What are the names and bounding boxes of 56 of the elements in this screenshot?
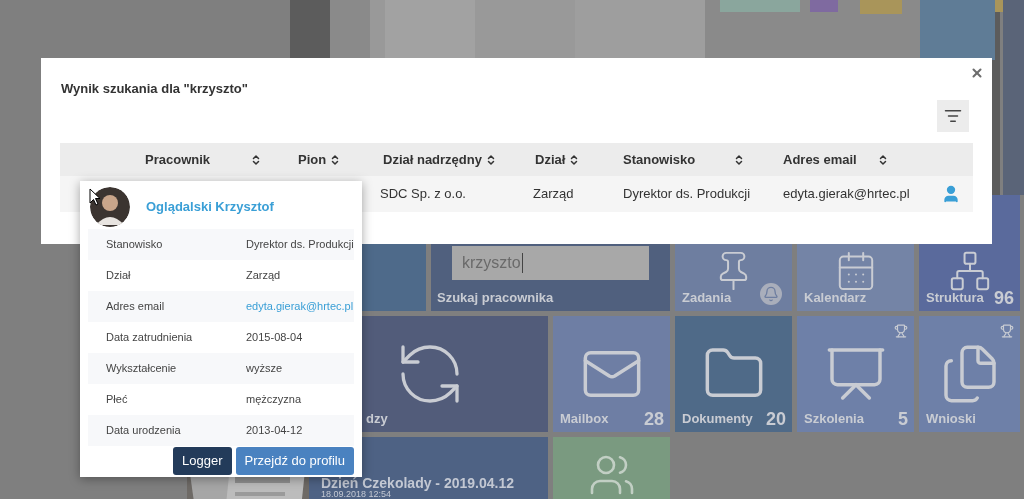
- logger-button[interactable]: Logger: [173, 447, 232, 475]
- detail-value: Zarząd: [246, 268, 282, 284]
- dashboard-tile[interactable]: [553, 437, 670, 499]
- close-button[interactable]: [970, 66, 984, 80]
- dashboard-tile[interactable]: Mailbox 28: [553, 316, 670, 432]
- detail-label: Dział: [106, 268, 132, 284]
- column-header[interactable]: Pracownik: [145, 149, 211, 170]
- dialog-title: Wynik szukania dla "krzyszto": [61, 80, 248, 98]
- close-icon: [970, 66, 984, 80]
- tile-label: Wnioski: [926, 409, 976, 428]
- tile-label: Dokumenty: [682, 409, 753, 428]
- table-cell-text: SDC Sp. z o.o.: [380, 185, 467, 204]
- tile-count: 5: [898, 410, 908, 428]
- tile-label: Szkolenia: [804, 409, 864, 428]
- filter-icon: [944, 107, 962, 125]
- profile-button[interactable]: Przejdź do profilu: [235, 447, 354, 475]
- org-chart-icon: [949, 251, 990, 291]
- email-link[interactable]: edyta.gierak@hrtec.pl: [246, 298, 354, 315]
- tile-label: Struktura: [926, 288, 984, 307]
- pin-icon: [719, 251, 748, 291]
- column-header[interactable]: Dział nadrzędny: [383, 149, 482, 170]
- detail-label: Adres email: [106, 299, 166, 315]
- cursor-icon: [89, 188, 101, 206]
- tile-label: Kalendarz: [804, 288, 867, 307]
- dashboard-tile[interactable]: Szkolenia 5: [797, 316, 914, 432]
- detail-value: wyższe: [246, 361, 284, 377]
- detail-value: 2015-08-04: [246, 330, 304, 346]
- dashboard-tile[interactable]: Dokumenty 20: [675, 316, 792, 432]
- tile-count: 28: [643, 410, 664, 428]
- column-header[interactable]: Stanowisko: [623, 149, 696, 170]
- news-date: 18.09.2018 12:54: [321, 490, 392, 499]
- table-cell-text: Zarząd: [533, 185, 575, 204]
- tile-count: 96: [993, 289, 1014, 307]
- avatar: [90, 187, 130, 227]
- detail-label: Stanowisko: [106, 237, 164, 253]
- dashboard-tile[interactable]: Wnioski: [919, 316, 1020, 432]
- filter-button[interactable]: [937, 100, 969, 132]
- column-header[interactable]: Adres email: [783, 149, 857, 170]
- detail-value: mężczyzna: [246, 392, 303, 408]
- detail-label: Wykształcenie: [106, 361, 178, 377]
- search-field[interactable]: krzyszto: [452, 246, 649, 280]
- column-header[interactable]: Pion: [298, 149, 327, 170]
- tile-label: Mailbox: [560, 409, 609, 428]
- bell-icon: [760, 283, 782, 305]
- trophy-icon: [1000, 324, 1014, 338]
- trophy-icon: [894, 324, 908, 338]
- tile-label: Szukaj pracownika: [437, 288, 554, 307]
- news-title: Dzień Czekolady - 2019.04.12: [321, 476, 514, 490]
- calendar-icon: [837, 251, 874, 291]
- tile-count: 20: [765, 410, 786, 428]
- tile-label: Zadania: [682, 288, 732, 307]
- column-header[interactable]: Dział: [535, 149, 566, 170]
- tile-label: dzy: [366, 409, 388, 428]
- detail-label: Data urodzenia: [106, 423, 182, 439]
- detail-label: Płeć: [106, 392, 129, 408]
- detail-value: Dyrektor ds. Produkcji: [246, 237, 354, 253]
